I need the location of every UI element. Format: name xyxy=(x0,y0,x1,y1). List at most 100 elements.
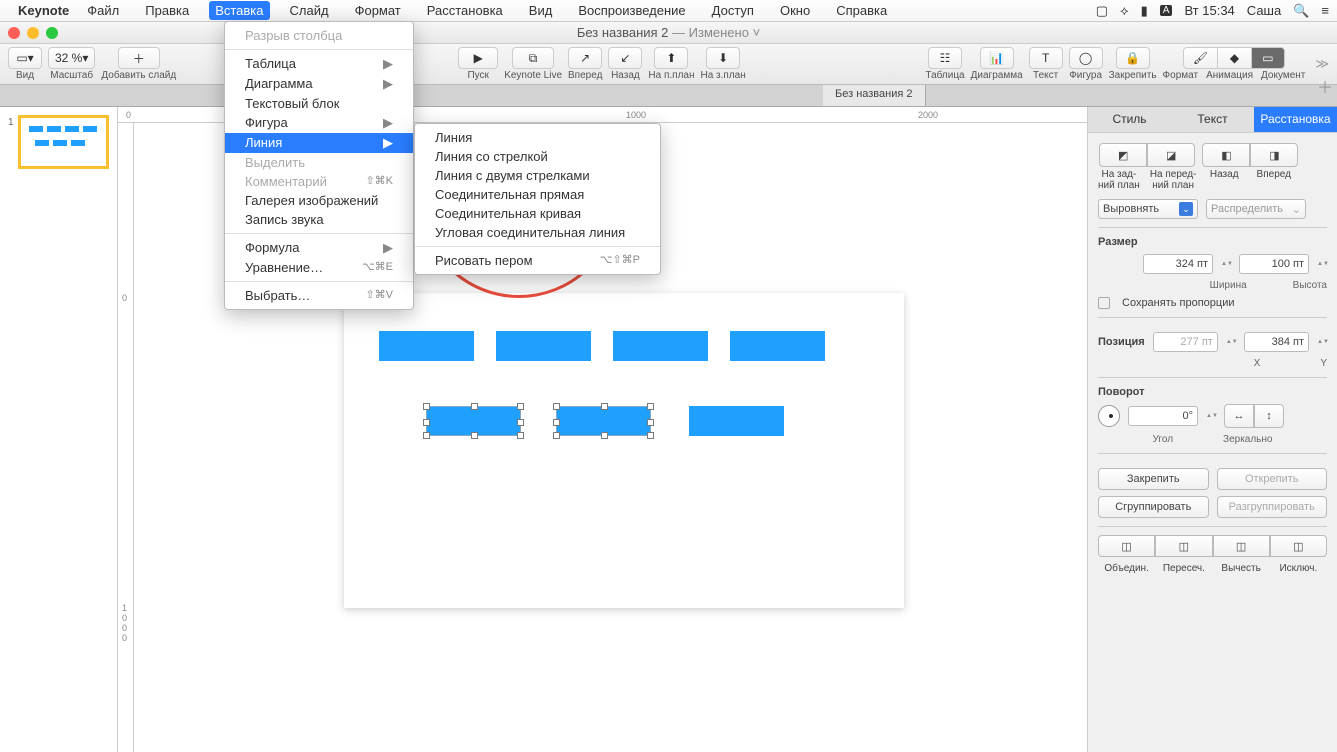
tab-style[interactable]: Стиль xyxy=(1088,107,1171,133)
minimize-button[interactable] xyxy=(27,27,39,39)
shape-rect-selected[interactable] xyxy=(556,406,651,436)
height-input[interactable]: 100 пт xyxy=(1239,254,1309,274)
shape-rect-selected[interactable] xyxy=(426,406,521,436)
table-button[interactable]: ☷ xyxy=(928,47,962,69)
shape-rect[interactable] xyxy=(496,331,591,361)
mi-textbox[interactable]: Текстовый блок xyxy=(225,94,413,113)
tab-text[interactable]: Текст xyxy=(1171,107,1254,133)
menu-file[interactable]: Файл xyxy=(81,1,125,20)
overflow-icon[interactable]: ≫ xyxy=(1315,56,1329,72)
mi-line-double-arrow[interactable]: Линия с двумя стрелками xyxy=(415,166,660,185)
menu-view[interactable]: Вид xyxy=(523,1,559,20)
unlock-button[interactable]: Открепить xyxy=(1217,468,1328,490)
toback-button[interactable]: ⬇ xyxy=(706,47,740,69)
doc-tab[interactable]: Без названия 2 xyxy=(823,85,926,106)
exclude-button[interactable]: ◫ xyxy=(1270,535,1327,557)
text-button[interactable]: T xyxy=(1029,47,1063,69)
flip-h-button[interactable]: ↔ xyxy=(1224,404,1254,428)
angle-input[interactable]: 0° xyxy=(1128,406,1198,426)
play-button[interactable]: ▶ xyxy=(458,47,498,69)
close-button[interactable] xyxy=(8,27,20,39)
mi-conn-angle[interactable]: Угловая соединительная линия xyxy=(415,223,660,242)
mi-draw-pen[interactable]: Рисовать пером⌥⇧⌘P xyxy=(415,251,660,270)
lock-button[interactable]: 🔒 xyxy=(1116,47,1150,69)
menu-format[interactable]: Формат xyxy=(349,1,407,20)
wifi-icon[interactable]: ⟡ xyxy=(1120,3,1129,19)
chart-button[interactable]: 📊 xyxy=(980,47,1014,69)
slide-thumbnail[interactable] xyxy=(18,115,109,169)
input-icon[interactable]: А xyxy=(1160,5,1173,16)
clock[interactable]: Вт 15:34 xyxy=(1184,3,1234,18)
mi-chart[interactable]: Диаграмма▶ xyxy=(225,74,413,94)
mi-table[interactable]: Таблица▶ xyxy=(225,54,413,74)
mi-audio[interactable]: Запись звука xyxy=(225,210,413,229)
forward-button[interactable]: ◨ xyxy=(1250,143,1298,167)
menu-insert[interactable]: Вставка xyxy=(209,1,269,20)
live-button[interactable]: ⧉ xyxy=(512,47,554,69)
view-button[interactable]: ▭▾ xyxy=(8,47,42,69)
mi-formula[interactable]: Формула▶ xyxy=(225,238,413,258)
union-button[interactable]: ◫ xyxy=(1098,535,1155,557)
mi-conn-curve[interactable]: Соединительная кривая xyxy=(415,204,660,223)
mi-column-break[interactable]: Разрыв столбца xyxy=(225,26,413,45)
mi-choose[interactable]: Выбрать…⇧⌘V xyxy=(225,286,413,305)
forward-button[interactable]: ↗ xyxy=(568,47,602,69)
mi-equation[interactable]: Уравнение…⌥⌘E xyxy=(225,258,413,277)
menu-play[interactable]: Воспроизведение xyxy=(572,1,691,20)
shape-rect[interactable] xyxy=(730,331,825,361)
subtract-button[interactable]: ◫ xyxy=(1213,535,1270,557)
mi-line-arrow[interactable]: Линия со стрелкой xyxy=(415,147,660,166)
mi-highlight[interactable]: Выделить xyxy=(225,153,413,172)
back-button[interactable]: ↙ xyxy=(608,47,642,69)
animate-button[interactable]: ◆ xyxy=(1217,47,1251,69)
rotation-knob[interactable] xyxy=(1098,405,1120,427)
document-button[interactable]: ▭ xyxy=(1251,47,1285,69)
slide-navigator: 1 xyxy=(0,107,118,752)
intersect-button[interactable]: ◫ xyxy=(1155,535,1212,557)
x-input[interactable]: 277 пт xyxy=(1153,332,1218,352)
bring-to-front-button[interactable]: ◪ xyxy=(1147,143,1195,167)
slide[interactable] xyxy=(344,293,904,608)
add-slide-button[interactable]: ＋ xyxy=(118,47,160,69)
mi-line-plain[interactable]: Линия xyxy=(415,128,660,147)
constrain-checkbox[interactable] xyxy=(1098,297,1110,309)
menu-help[interactable]: Справка xyxy=(830,1,893,20)
menu-icon[interactable]: ≡ xyxy=(1321,3,1329,18)
menu-arrange[interactable]: Расстановка xyxy=(421,1,509,20)
maximize-button[interactable] xyxy=(46,27,58,39)
shape-rect[interactable] xyxy=(689,406,784,436)
tofront-button[interactable]: ⬆ xyxy=(654,47,688,69)
shape-rect[interactable] xyxy=(379,331,474,361)
airplay-icon[interactable]: ▢ xyxy=(1096,3,1108,19)
mi-line[interactable]: Линия▶ xyxy=(225,133,413,153)
shape-rect[interactable] xyxy=(613,331,708,361)
mi-conn-straight[interactable]: Соединительная прямая xyxy=(415,185,660,204)
ungroup-button[interactable]: Разгруппировать xyxy=(1217,496,1328,518)
zoom-button[interactable]: 32 % ▾ xyxy=(48,47,95,69)
lock-button-sp[interactable]: Закрепить xyxy=(1098,468,1209,490)
align-dropdown[interactable]: Выровнять⌄ xyxy=(1098,199,1198,219)
add-tab-button[interactable]: ＋ xyxy=(1317,74,1333,98)
mi-gallery[interactable]: Галерея изображений xyxy=(225,191,413,210)
menu-edit[interactable]: Правка xyxy=(139,1,195,20)
flip-v-button[interactable]: ↕ xyxy=(1254,404,1284,428)
title-dropdown-icon[interactable]: ˅ xyxy=(753,25,761,40)
app-name[interactable]: Keynote xyxy=(18,3,69,18)
distribute-dropdown[interactable]: Распределить⌄ xyxy=(1206,199,1306,219)
backward-button[interactable]: ◧ xyxy=(1202,143,1250,167)
menu-window[interactable]: Окно xyxy=(774,1,816,20)
width-input[interactable]: 324 пт xyxy=(1143,254,1213,274)
spotlight-icon[interactable]: 🔍 xyxy=(1293,3,1309,19)
format-button[interactable]: 🖌 xyxy=(1183,47,1217,69)
menu-slide[interactable]: Слайд xyxy=(284,1,335,20)
mi-comment[interactable]: Комментарий⇧⌘K xyxy=(225,172,413,191)
y-input[interactable]: 384 пт xyxy=(1244,332,1309,352)
battery-icon[interactable]: ▮ xyxy=(1141,3,1148,19)
group-button[interactable]: Сгруппировать xyxy=(1098,496,1209,518)
shape-button[interactable]: ◯ xyxy=(1069,47,1103,69)
tab-arrange[interactable]: Расстановка xyxy=(1254,107,1337,133)
user-name[interactable]: Саша xyxy=(1247,3,1281,18)
menu-share[interactable]: Доступ xyxy=(706,1,760,20)
send-to-back-button[interactable]: ◩ xyxy=(1099,143,1147,167)
mi-shape[interactable]: Фигура▶ xyxy=(225,113,413,133)
